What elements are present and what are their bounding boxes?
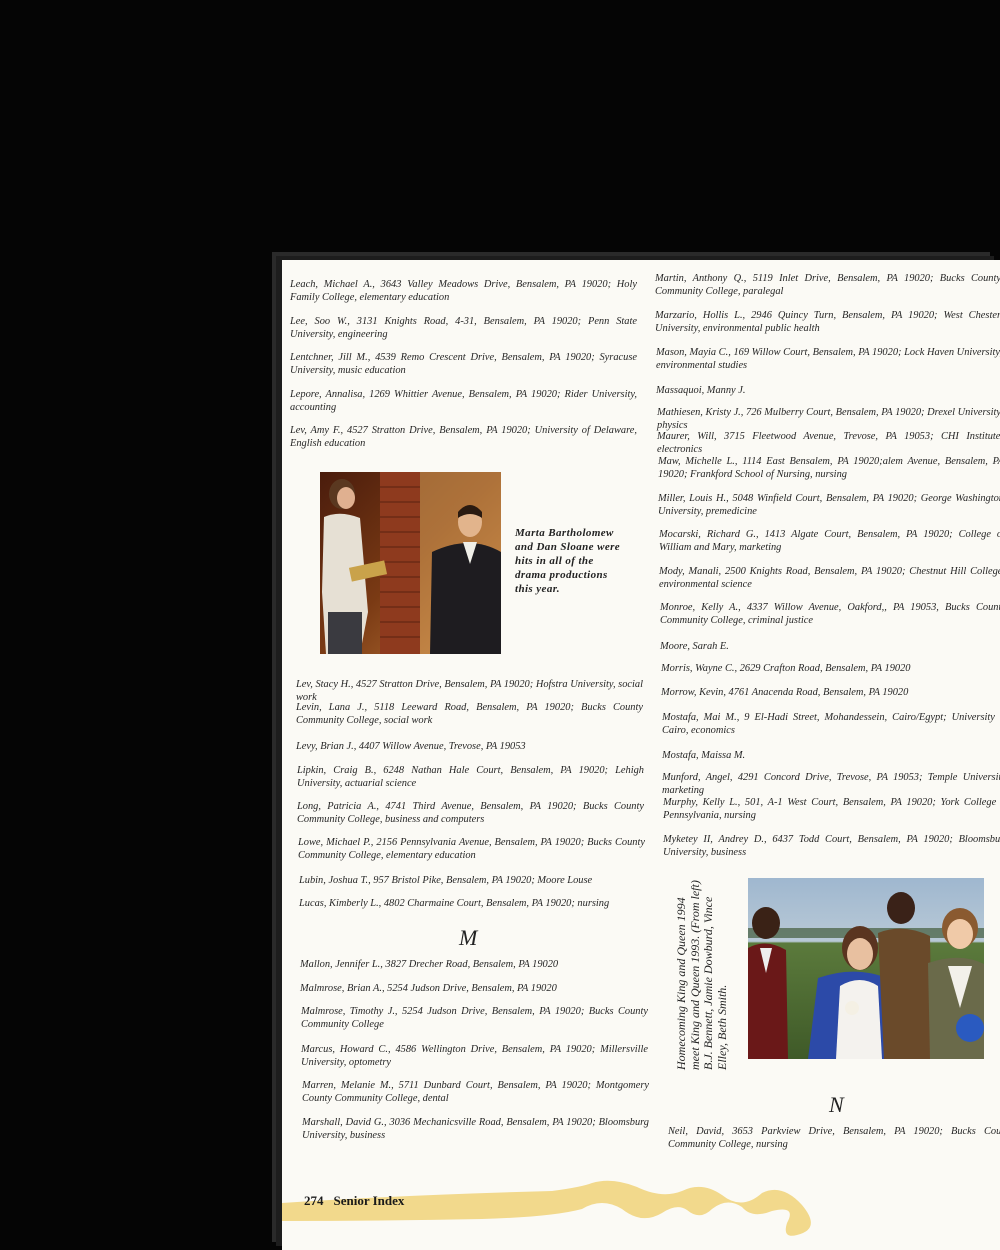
index-entry: Mathiesen, Kristy J., 726 Mulberry Court… (657, 407, 1000, 431)
page-number: 274 (304, 1193, 324, 1208)
homecoming-photo (748, 878, 984, 1059)
index-entry: Mostafa, Mai M., 9 El-Hadi Street, Mohan… (662, 712, 1000, 736)
section-letter: N (829, 1092, 844, 1117)
photo-caption-vertical: Homecoming King and Queen 1994 meet King… (674, 880, 729, 1070)
index-entry: Marshall, David G., 3036 Mechanicsville … (302, 1117, 649, 1141)
index-entry: Leach, Michael A., 3643 Valley Meadows D… (290, 279, 637, 303)
index-entry: Lucas, Kimberly L., 4802 Charmaine Court… (299, 898, 610, 909)
drama-photo (320, 472, 501, 654)
index-entry: Neil, David, 3653 Parkview Drive, Bensal… (668, 1126, 1000, 1150)
index-entry: Malmrose, Timothy J., 5254 Judson Drive,… (301, 1006, 648, 1030)
index-entry: Long, Patricia A., 4741 Third Avenue, Be… (297, 801, 644, 825)
index-entry: Myketey II, Andrey D., 6437 Todd Court, … (663, 834, 1000, 858)
index-entry: Lepore, Annalisa, 1269 Whittier Avenue, … (290, 389, 637, 413)
index-entry: Mallon, Jennifer L., 3827 Drecher Road, … (300, 959, 559, 970)
index-entry: Lentchner, Jill M., 4539 Remo Crescent D… (290, 352, 637, 376)
index-entry: Lev, Amy F., 4527 Stratton Drive, Bensal… (290, 425, 637, 449)
index-entry: Mostafa, Maissa M. (662, 750, 746, 761)
index-entry: Levy, Brian J., 4407 Willow Avenue, Trev… (296, 741, 526, 752)
index-entry: Massaquoi, Manny J. (656, 385, 746, 396)
index-entry: Lubin, Joshua T., 957 Bristol Pike, Bens… (299, 875, 593, 886)
index-entry: Moore, Sarah E. (660, 641, 729, 652)
index-entry: Marzario, Hollis L., 2946 Quincy Turn, B… (655, 310, 1000, 334)
index-entry: Malmrose, Brian A., 5254 Judson Drive, B… (300, 983, 557, 994)
index-entry: Morris, Wayne C., 2629 Crafton Road, Ben… (661, 663, 911, 674)
index-entry: Mody, Manali, 2500 Knights Road, Bensale… (659, 566, 1000, 590)
section-letter: M (459, 925, 478, 950)
page-footer: 274 Senior Index (304, 1193, 414, 1209)
index-entry: Marcus, Howard C., 4586 Wellington Drive… (301, 1044, 648, 1068)
index-entry: Mocarski, Richard G., 1413 Algate Court,… (659, 529, 1000, 553)
index-entry: Munford, Angel, 4291 Concord Drive, Trev… (662, 772, 1000, 796)
index-entry: Marren, Melanie M., 5711 Dunbard Court, … (302, 1080, 649, 1104)
index-entry: Morrow, Kevin, 4761 Anacenda Road, Bensa… (661, 687, 909, 698)
yearbook-page: Leach, Michael A., 3643 Valley Meadows D… (282, 260, 1000, 1250)
index-entry: Martin, Anthony Q., 5119 Inlet Drive, Be… (655, 273, 1000, 297)
index-entry: Monroe, Kelly A., 4337 Willow Avenue, Oa… (660, 602, 1000, 626)
index-entry: Levin, Lana J., 5118 Leeward Road, Bensa… (296, 702, 643, 726)
index-entry: Mason, Mayia C., 169 Willow Court, Bensa… (656, 347, 1000, 371)
section-title: Senior Index (333, 1193, 405, 1208)
index-entry: Lowe, Michael P., 2156 Pennsylvania Aven… (298, 837, 645, 861)
index-entry: Maurer, Will, 3715 Fleetwood Avenue, Tre… (657, 431, 1000, 455)
index-entry: Miller, Louis H., 5048 Winfield Court, B… (658, 493, 1000, 517)
photo-caption: Marta Bartholomew and Dan Sloane were hi… (515, 527, 621, 595)
index-entry: Murphy, Kelly L., 501, A-1 West Court, B… (663, 797, 1000, 821)
index-entry: Lipkin, Craig B., 6248 Nathan Hale Court… (297, 765, 644, 789)
index-entry: Maw, Michelle L., 1114 East Bensalem, PA… (658, 456, 1000, 480)
index-entry: Lee, Soo W., 3131 Knights Road, 4-31, Be… (290, 316, 637, 340)
